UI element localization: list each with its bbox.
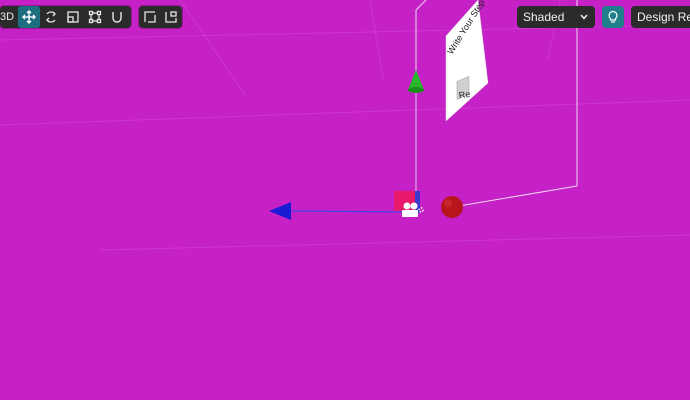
lighting-toggle-button[interactable]	[602, 6, 624, 28]
move-icon	[22, 10, 37, 24]
frame-icon	[144, 11, 156, 23]
move-tool-button[interactable]	[18, 6, 41, 28]
view-mode-toggle[interactable]: 3D	[0, 11, 18, 23]
camera-frame-icon	[165, 11, 177, 23]
camera-tool-button[interactable]	[161, 6, 183, 28]
bounds-icon	[88, 10, 102, 24]
snap-tool-button[interactable]	[106, 6, 128, 28]
scale-tool-button[interactable]	[62, 6, 84, 28]
rotate-tool-button[interactable]	[40, 6, 62, 28]
rotate-icon	[46, 11, 56, 23]
scene-viewport[interactable]: Write Your Step Re	[0, 0, 690, 400]
transform-toolbar: 3D	[0, 6, 131, 28]
y-axis-gizmo[interactable]	[408, 70, 424, 205]
bounding-box-wireframe	[415, 0, 578, 208]
shading-mode-value: Shaded	[523, 10, 565, 24]
design-button[interactable]: Design Res	[631, 6, 690, 28]
scale-icon	[67, 11, 79, 23]
magnet-icon	[112, 12, 122, 23]
x-axis-gizmo[interactable]	[269, 202, 413, 220]
frame-tool-button[interactable]	[139, 6, 161, 28]
red-sphere[interactable]	[441, 196, 463, 218]
floor-grid	[0, 0, 690, 251]
center-gizmo[interactable]	[394, 191, 420, 213]
lightbulb-icon	[608, 10, 618, 23]
secondary-toolbar	[139, 6, 182, 28]
shading-mode-select[interactable]: Shaded	[517, 6, 595, 28]
sign-board[interactable]: Write Your Step Re	[445, 0, 489, 122]
sign-button-label: Re	[458, 89, 471, 101]
chevron-down-icon	[580, 14, 588, 20]
transform-tool-button[interactable]	[84, 6, 106, 28]
